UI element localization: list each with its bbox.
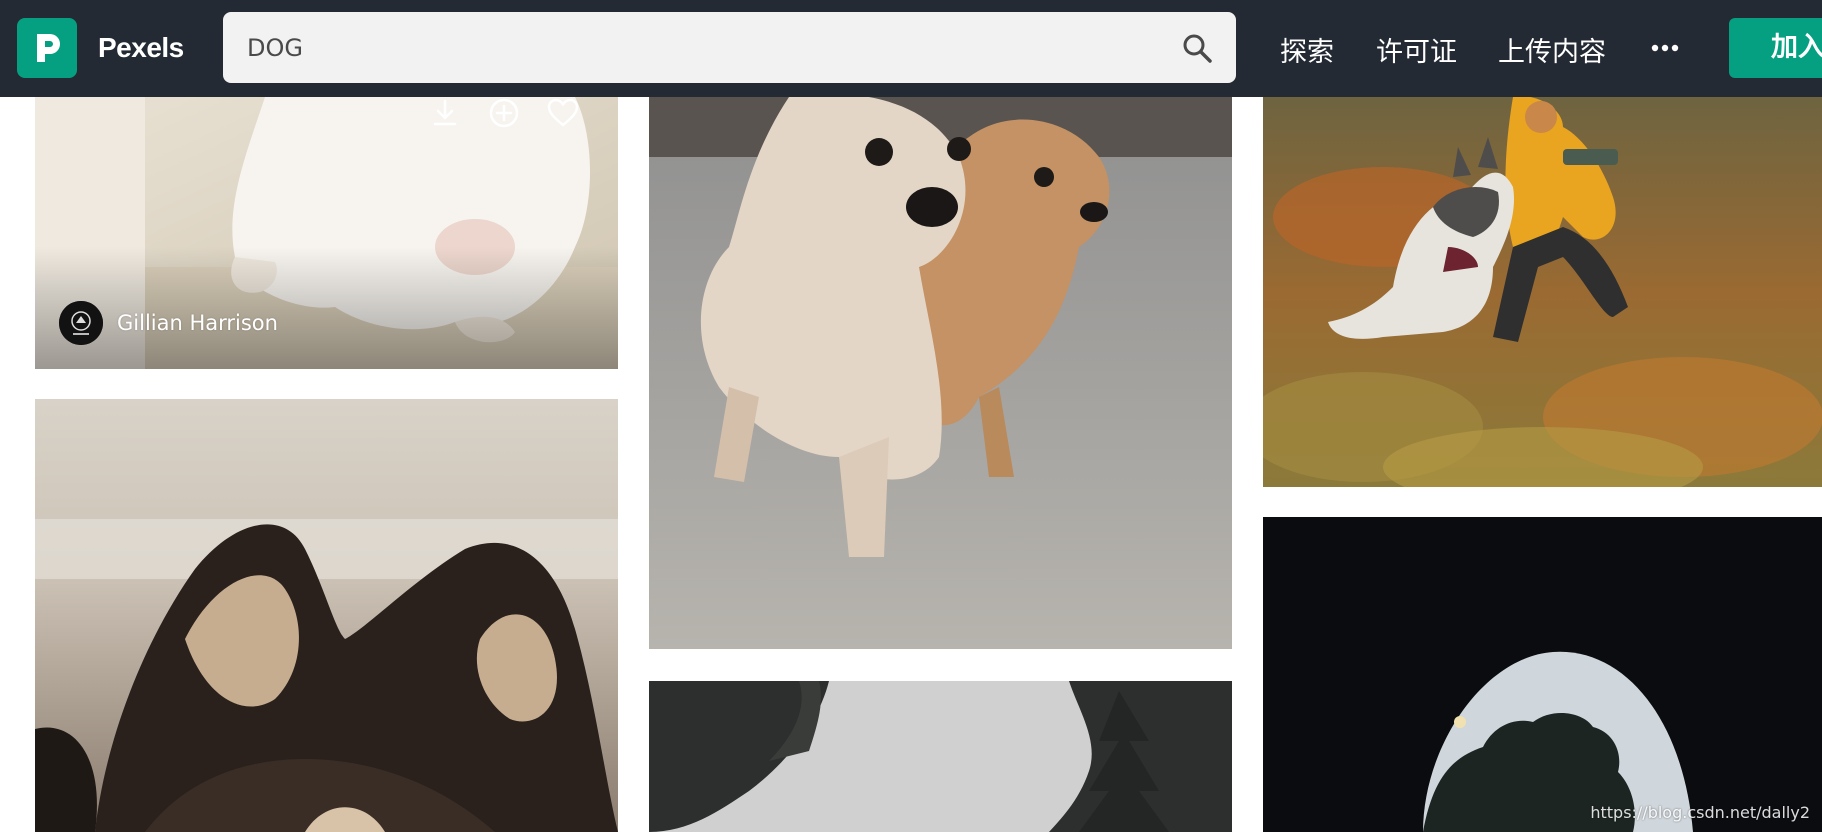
- download-icon[interactable]: [429, 97, 461, 129]
- top-navbar: Pexels 探索 许可证 上传内容 加入: [0, 0, 1822, 97]
- watermark-text: https://blog.csdn.net/dally2: [1590, 803, 1810, 822]
- author-name[interactable]: Gillian Harrison: [117, 311, 278, 335]
- search-bar: [223, 12, 1236, 83]
- add-to-collection-icon[interactable]: [488, 97, 520, 129]
- heart-icon[interactable]: [547, 97, 579, 129]
- photo-image: [649, 681, 1232, 832]
- photo-image: [649, 97, 1232, 649]
- search-icon[interactable]: [1181, 32, 1213, 64]
- brand-name[interactable]: Pexels: [98, 32, 184, 64]
- photo-card-white-dog[interactable]: Gillian Harrison: [35, 97, 618, 369]
- avatar[interactable]: [59, 301, 103, 345]
- search-input[interactable]: [247, 12, 1177, 83]
- nav-license[interactable]: 许可证: [1376, 30, 1457, 69]
- photo-card-trees[interactable]: [649, 681, 1232, 832]
- photo-card-husky-hiker[interactable]: [1263, 97, 1822, 487]
- join-button[interactable]: 加入: [1729, 18, 1822, 78]
- photo-image: [1263, 517, 1822, 832]
- photo-image: [1263, 97, 1822, 487]
- nav-upload[interactable]: 上传内容: [1498, 30, 1606, 69]
- photo-image: [35, 399, 618, 832]
- photo-card-husky-puppy[interactable]: [35, 399, 618, 832]
- more-icon[interactable]: [1651, 40, 1679, 56]
- pexels-logo-icon[interactable]: [17, 18, 77, 78]
- photo-card-chihuahuas[interactable]: [649, 97, 1232, 649]
- nav-explore[interactable]: 探索: [1280, 30, 1334, 69]
- photo-card-tunnel[interactable]: https://blog.csdn.net/dally2: [1263, 517, 1822, 832]
